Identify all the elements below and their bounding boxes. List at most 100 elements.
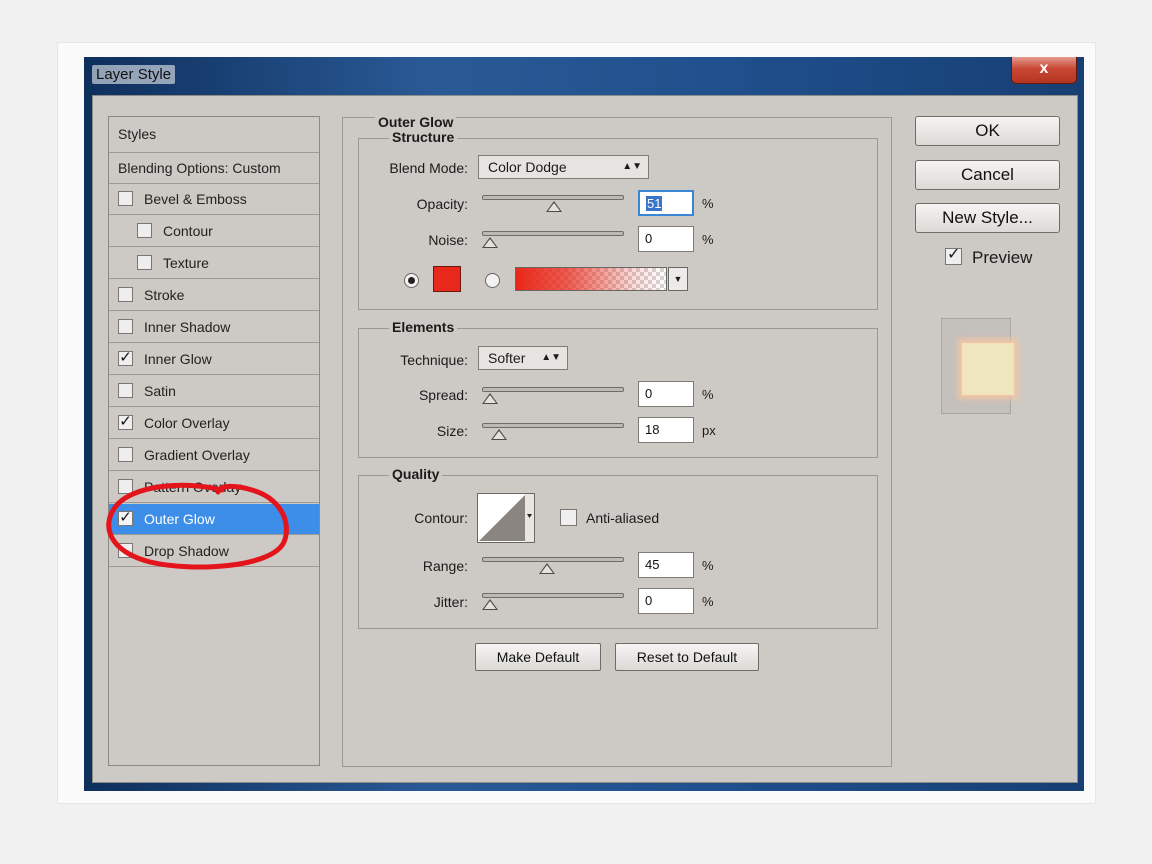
jitter-input[interactable]: 0 (638, 588, 694, 614)
structure-title: Structure (389, 129, 458, 145)
style-item-satin[interactable]: Satin (109, 376, 319, 407)
opacity-slider-track[interactable] (482, 195, 624, 200)
style-checkbox[interactable]: ✓ (118, 414, 133, 430)
style-item-label: Inner Shadow (144, 319, 231, 335)
blend-mode-label: Blend Mode: (389, 160, 468, 176)
opacity-label: Opacity: (416, 196, 468, 212)
size-label: Size: (436, 423, 468, 439)
dialog-client-area: Styles Blending Options: Custom Bevel & … (92, 95, 1078, 783)
style-checkbox[interactable] (118, 383, 133, 398)
style-item-label: Contour (163, 223, 213, 239)
range-slider-track[interactable] (482, 557, 624, 562)
noise-input[interactable]: 0 (638, 226, 694, 252)
style-checkbox[interactable] (118, 319, 133, 334)
style-item-label: Outer Glow (144, 511, 215, 527)
style-item-gradient-overlay[interactable]: Gradient Overlay (109, 440, 319, 471)
style-item-color-overlay[interactable]: ✓ Color Overlay (109, 408, 319, 439)
opacity-input[interactable]: 51 (638, 190, 694, 216)
layer-style-dialog: Layer Style x Styles Blending Options: C… (84, 57, 1084, 791)
style-item-label: Satin (144, 383, 176, 399)
contour-picker[interactable] (477, 493, 535, 543)
spread-value: 0 (645, 386, 653, 401)
size-unit: px (702, 423, 716, 438)
style-checkbox[interactable] (118, 447, 133, 462)
style-item-texture[interactable]: Texture (109, 248, 319, 279)
style-item-label: Stroke (144, 287, 185, 303)
jitter-label: Jitter: (433, 594, 468, 610)
style-item-pattern-overlay[interactable]: Pattern Overlay (109, 472, 319, 503)
noise-slider-thumb[interactable] (482, 237, 498, 248)
style-checkbox[interactable] (137, 223, 152, 238)
styles-header[interactable]: Styles (109, 117, 319, 153)
chevron-down-icon: ▼ (673, 274, 683, 284)
opacity-value: 51 (646, 196, 663, 211)
style-checkbox[interactable] (118, 543, 133, 558)
quality-group: Quality Contour: Anti-aliased Range: 45 (358, 466, 878, 629)
outer-glow-panel: Outer Glow Structure Blend Mode: Color D… (342, 114, 892, 767)
style-checkbox[interactable]: ✓ (118, 350, 133, 366)
style-checkbox[interactable] (118, 479, 133, 494)
spread-label: Spread: (418, 387, 468, 403)
title-bar[interactable]: Layer Style x (84, 57, 1084, 95)
make-default-button[interactable]: Make Default (475, 643, 601, 671)
spread-slider-track[interactable] (482, 387, 624, 392)
style-checkbox[interactable] (137, 255, 152, 270)
style-checkbox[interactable] (118, 191, 133, 206)
style-item-inner-shadow[interactable]: Inner Shadow (109, 312, 319, 343)
spread-unit: % (702, 387, 714, 402)
size-slider-thumb[interactable] (490, 429, 507, 440)
jitter-slider-track[interactable] (482, 593, 624, 598)
blend-mode-select[interactable]: Color Dodge ▲▼ (478, 155, 649, 179)
anti-aliased-checkbox[interactable] (560, 509, 577, 526)
style-item-label: Bevel & Emboss (144, 191, 247, 207)
select-arrows-icon: ▲▼ (622, 161, 642, 172)
cancel-button[interactable]: Cancel (915, 160, 1060, 190)
opacity-slider-thumb[interactable] (546, 201, 563, 212)
jitter-slider-thumb[interactable] (482, 599, 498, 610)
preview-checkbox[interactable]: ✓ (945, 246, 962, 265)
spread-slider-thumb[interactable] (482, 393, 498, 404)
style-item-stroke[interactable]: Stroke (109, 280, 319, 311)
style-item-label: Drop Shadow (144, 543, 229, 559)
solid-color-radio[interactable] (404, 273, 419, 288)
new-style-button[interactable]: New Style... (915, 203, 1060, 233)
size-input[interactable]: 18 (638, 417, 694, 443)
select-arrows-icon: ▲▼ (541, 352, 561, 363)
technique-label: Technique: (400, 352, 468, 368)
outer-glow-title: Outer Glow (375, 114, 457, 130)
style-item-label: Texture (163, 255, 209, 271)
glow-color-swatch[interactable] (433, 266, 461, 292)
style-item-drop-shadow[interactable]: Drop Shadow (109, 536, 319, 567)
gradient-dropdown-button[interactable]: ▼ (668, 267, 688, 291)
styles-list: Styles Blending Options: Custom Bevel & … (108, 116, 320, 766)
reset-to-default-button[interactable]: Reset to Default (615, 643, 759, 671)
style-item-label: Color Overlay (144, 415, 230, 431)
style-checkbox[interactable] (118, 287, 133, 302)
gradient-radio[interactable] (485, 273, 500, 288)
range-input[interactable]: 45 (638, 552, 694, 578)
close-button[interactable]: x (1011, 57, 1077, 84)
elements-group: Elements Technique: Softer ▲▼ Spread: 0 … (358, 319, 878, 458)
style-preview (941, 318, 1014, 414)
style-item-bevel-emboss[interactable]: Bevel & Emboss (109, 184, 319, 215)
glow-gradient-swatch[interactable] (515, 267, 667, 291)
spread-input[interactable]: 0 (638, 381, 694, 407)
style-item-contour[interactable]: Contour (109, 216, 319, 247)
ok-button[interactable]: OK (915, 116, 1060, 146)
style-item-inner-glow[interactable]: ✓ Inner Glow (109, 344, 319, 375)
technique-select[interactable]: Softer ▲▼ (478, 346, 568, 370)
elements-title: Elements (389, 319, 458, 335)
noise-unit: % (702, 232, 714, 247)
jitter-value: 0 (645, 593, 653, 608)
style-checkbox[interactable]: ✓ (118, 510, 133, 526)
blend-mode-value: Color Dodge (488, 159, 567, 175)
blending-options-item[interactable]: Blending Options: Custom (109, 153, 319, 184)
noise-label: Noise: (428, 232, 468, 248)
size-slider-track[interactable] (482, 423, 624, 428)
style-item-outer-glow[interactable]: ✓ Outer Glow (109, 504, 319, 535)
preview-label: Preview (972, 248, 1033, 267)
range-slider-thumb[interactable] (538, 563, 555, 574)
styles-header-label: Styles (118, 126, 157, 142)
jitter-unit: % (702, 594, 714, 609)
noise-slider-track[interactable] (482, 231, 624, 236)
